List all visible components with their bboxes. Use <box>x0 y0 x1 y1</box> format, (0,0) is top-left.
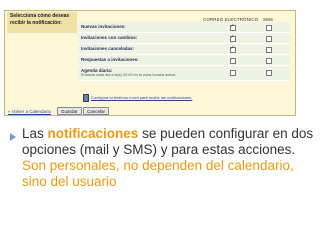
row-label: Invitaciones canceladas: <box>81 46 135 51</box>
notification-row-changed-invitations: Invitaciones con cambios: <box>78 33 290 44</box>
sms-checkbox[interactable] <box>266 47 272 53</box>
email-checkbox[interactable] <box>230 70 236 76</box>
row-label: Nuevas invitaciones: <box>81 24 126 29</box>
bullet-arrow-icon <box>10 133 16 141</box>
notification-row-new-invitations: Nuevas invitaciones: <box>78 22 290 33</box>
email-checkbox[interactable] <box>230 34 236 42</box>
mobile-phone-icon <box>83 94 89 102</box>
notification-row-invitation-replies: Respuestas a invitaciones: <box>78 55 290 66</box>
select-notification-title: Selecciona cómo deseas recibir la notifi… <box>7 12 77 33</box>
bullet-text-part3: Son personales, no dependen del calendar… <box>22 158 294 189</box>
notification-row-daily-agenda: Agenda diaria: Enviada cada día a la(s) … <box>78 66 290 81</box>
row-sublabel: Enviada cada día a la(s) 00:00 en tu zon… <box>81 73 176 77</box>
bullet-highlight: notificaciones <box>47 126 139 141</box>
row-label: Invitaciones con cambios: <box>81 35 138 40</box>
phone-setup-row: Configura tu teléfono móvil para recibir… <box>78 93 290 102</box>
email-checkbox[interactable] <box>230 58 236 64</box>
sms-checkbox[interactable] <box>266 25 272 31</box>
email-checkbox[interactable] <box>230 23 236 31</box>
bullet-point: Las notificaciones se pueden configurar … <box>10 126 316 190</box>
sms-checkbox[interactable] <box>266 58 272 64</box>
back-to-calendar-link[interactable]: « Volver a Calendario <box>8 109 51 114</box>
row-label: Respuestas a invitaciones: <box>81 57 139 62</box>
notification-settings-panel: Selecciona cómo deseas recibir la notifi… <box>4 10 296 116</box>
phone-setup-link[interactable]: Configura tu teléfono móvil para recibir… <box>91 95 192 100</box>
bullet-text-part1: Las <box>22 126 48 141</box>
sms-checkbox[interactable] <box>266 36 272 42</box>
save-button[interactable]: Guardar <box>57 107 82 115</box>
email-checkbox[interactable] <box>230 45 236 53</box>
sms-checkbox[interactable] <box>266 70 272 76</box>
notification-row-cancelled-invitations: Invitaciones canceladas: <box>78 44 290 55</box>
cancel-button[interactable]: Cancelar <box>83 107 110 115</box>
bullet-text: Las notificaciones se pueden configurar … <box>22 126 316 190</box>
